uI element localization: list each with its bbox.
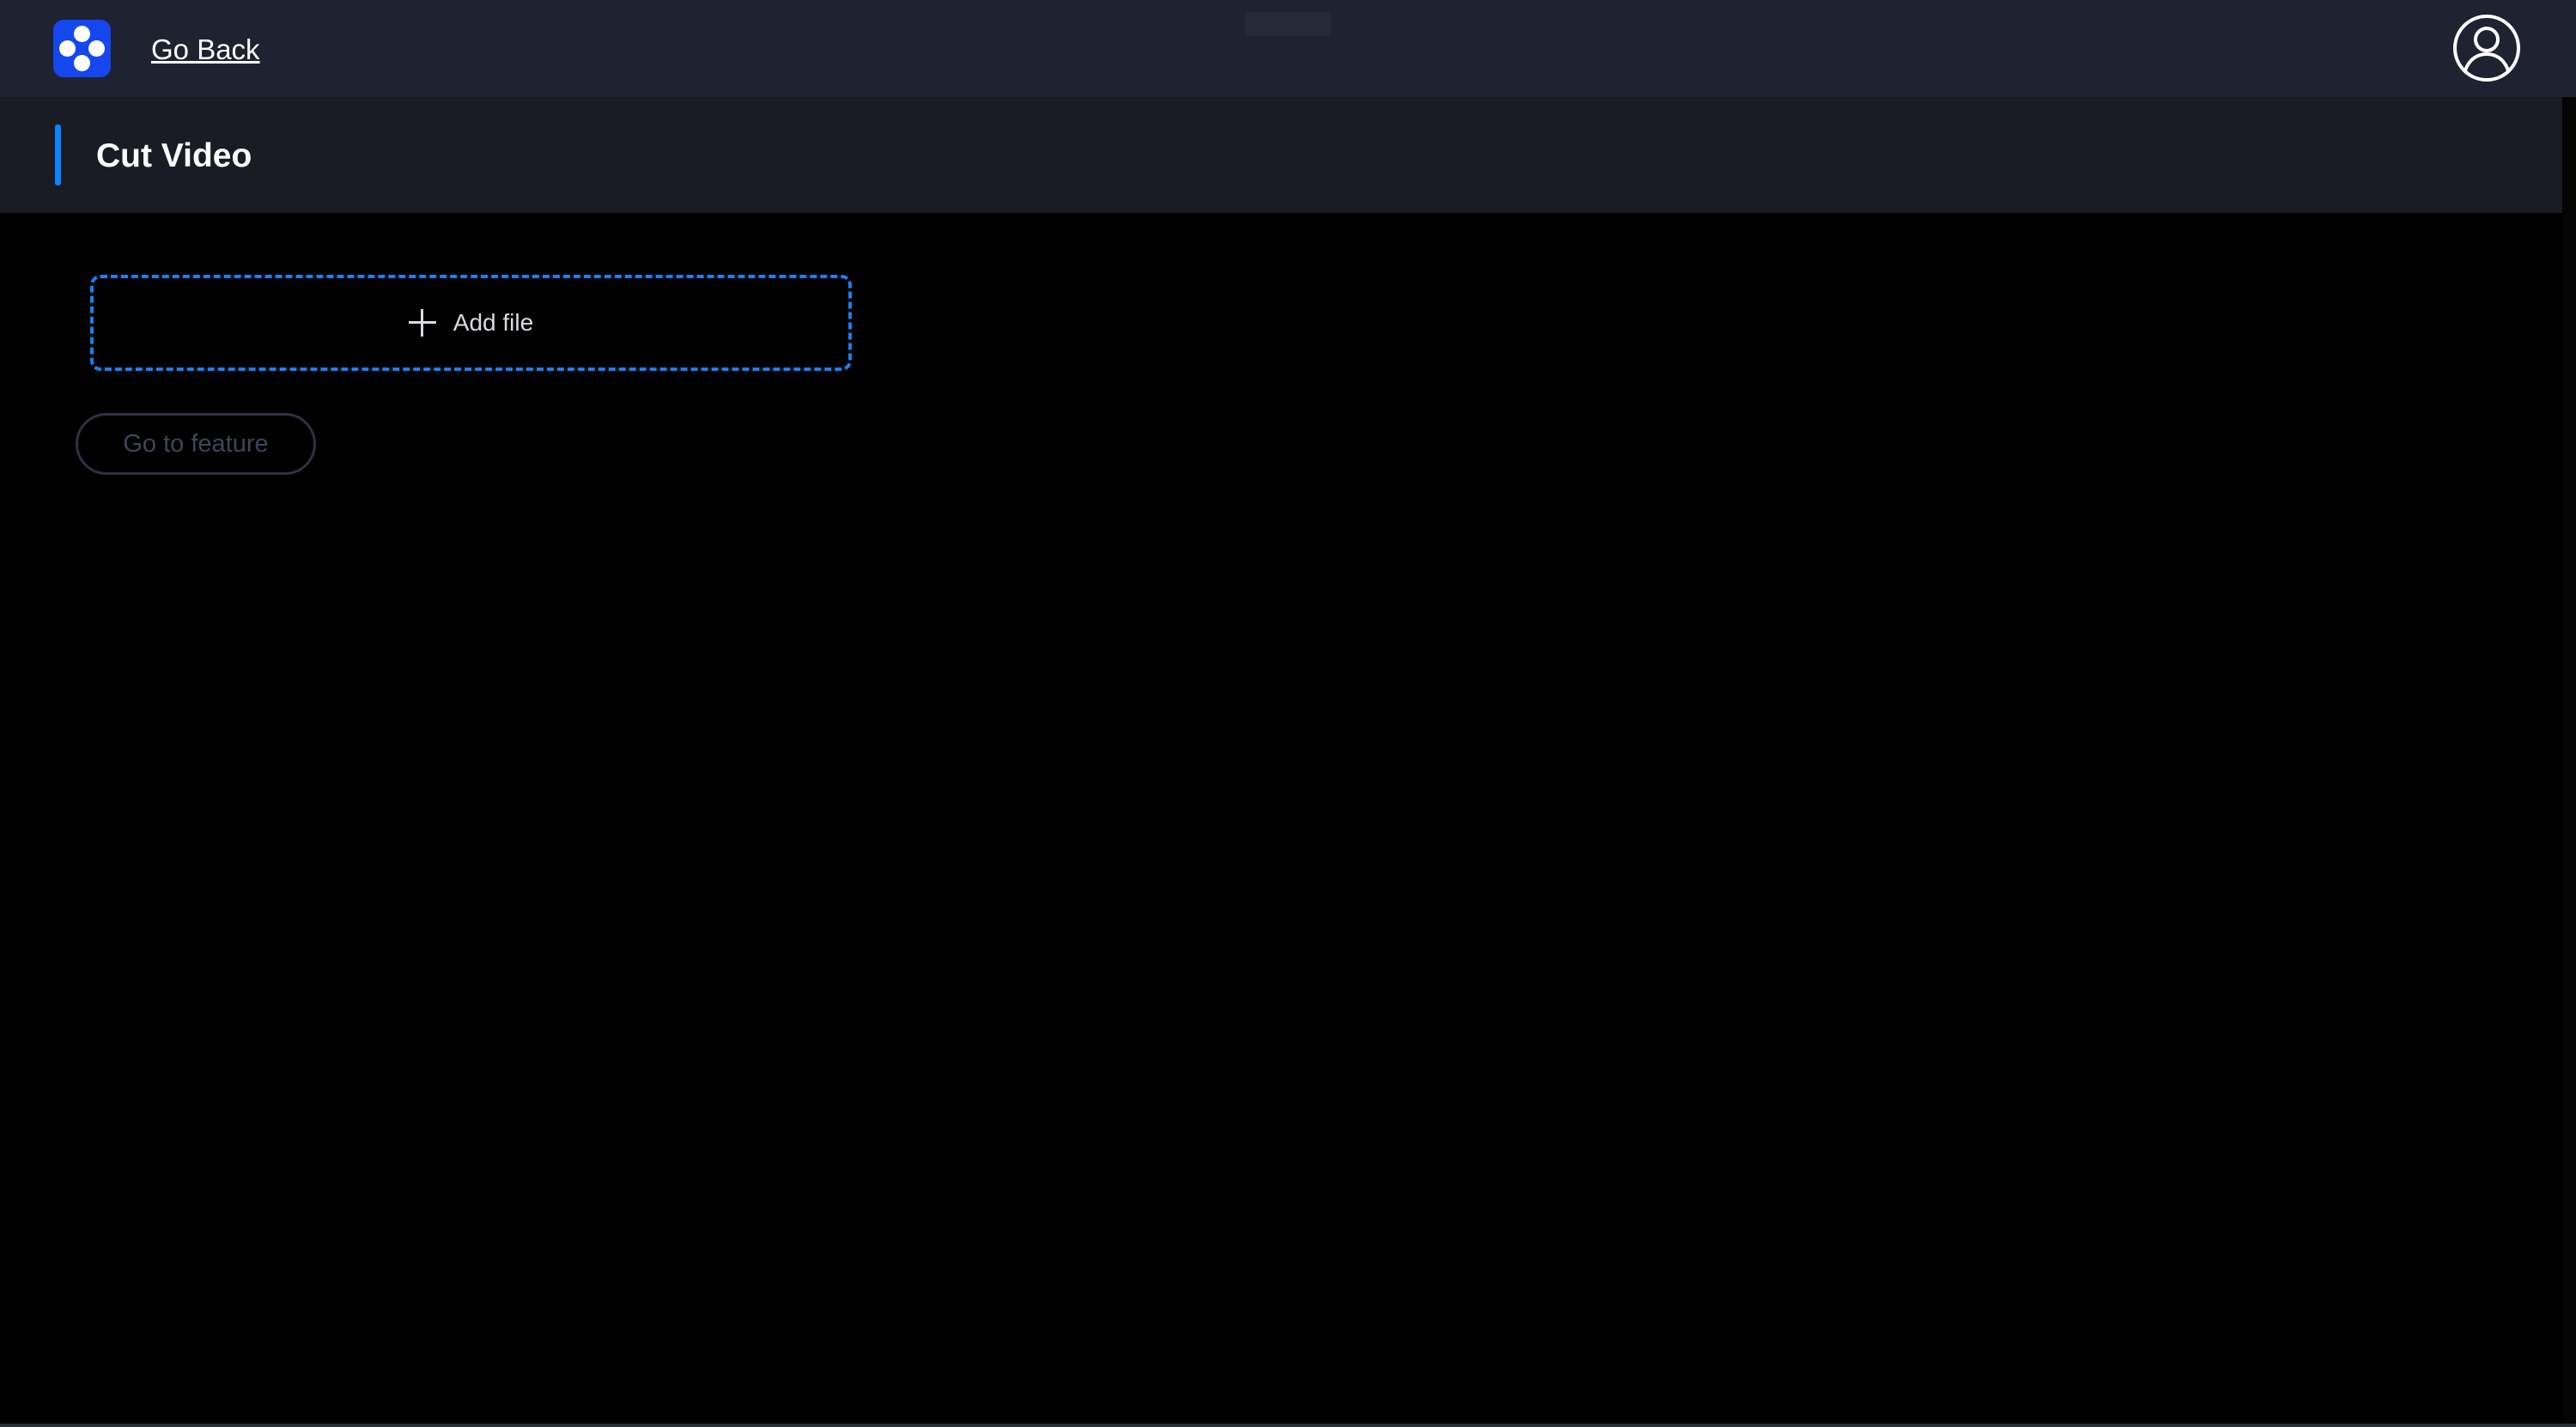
top-navigation-bar: Go Back <box>0 0 2576 97</box>
add-file-dropzone[interactable]: Add file <box>90 275 852 371</box>
logo-dot <box>74 55 90 71</box>
go-back-link[interactable]: Go Back <box>151 33 260 67</box>
logo-dot <box>88 40 105 57</box>
logo-dot <box>59 40 76 57</box>
go-to-feature-button[interactable]: Go to feature <box>76 413 316 475</box>
bottom-divider <box>0 1424 2576 1427</box>
add-file-label: Add file <box>453 309 534 336</box>
user-avatar-icon[interactable] <box>2452 14 2521 82</box>
scrollbar-track[interactable] <box>2562 97 2576 1427</box>
app-logo-icon[interactable] <box>53 20 111 77</box>
page-title: Cut Video <box>96 137 252 174</box>
logo-dot <box>74 26 90 42</box>
page-header: Cut Video <box>0 97 2562 213</box>
plus-icon <box>408 309 436 337</box>
top-center-notch <box>1245 12 1331 36</box>
title-accent-bar <box>55 124 61 185</box>
